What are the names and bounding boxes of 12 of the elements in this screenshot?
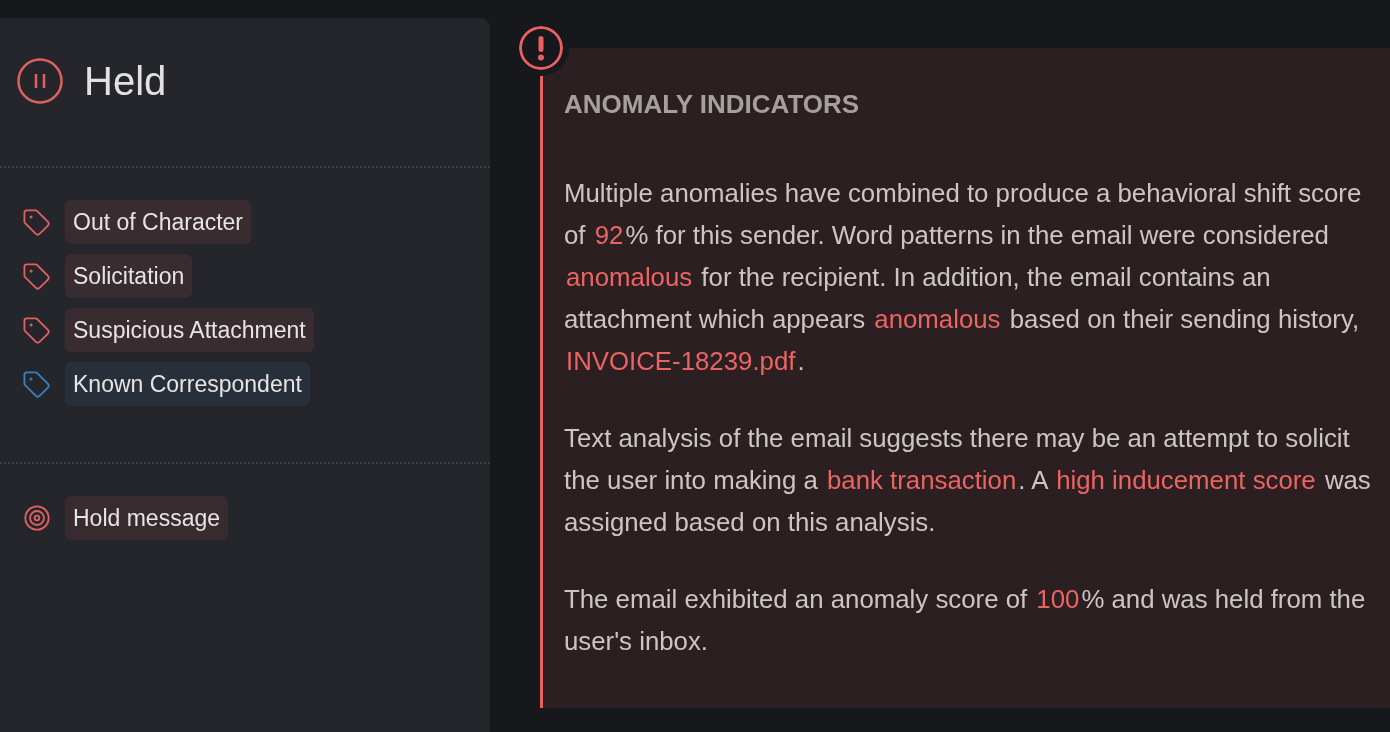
tag-label: Suspicious Attachment [65, 308, 314, 352]
alert-heading: ANOMALY INDICATORS [564, 89, 861, 119]
status-title: Held [84, 58, 167, 104]
action-label: Hold message [65, 496, 229, 540]
tag-label: Out of Character [65, 200, 252, 244]
pause-circle-icon [17, 58, 63, 104]
alert-paragraph: Multiple anomalies have combined to produce a behavioral shift score of 92% for this sender. Word patterns in the email were considered anomalous for the recipient. In addition, the email contains an attachment which appears anomalous based on their sending history, INVOICE-18239.pdf. [564, 178, 1363, 377]
alert-paragraph: The email exhibited an anomaly score of 100% and was held from the user's inbox. [564, 584, 1367, 657]
tag-label: Known Correspondent [65, 362, 310, 406]
target-icon [23, 504, 51, 532]
tag-label: Solicitation [65, 254, 193, 298]
alert-paragraph: Text analysis of the email suggests there may be an attempt to solicit the user into making a bank transaction. A high inducement score was assigned based on this analysis. [564, 423, 1372, 538]
